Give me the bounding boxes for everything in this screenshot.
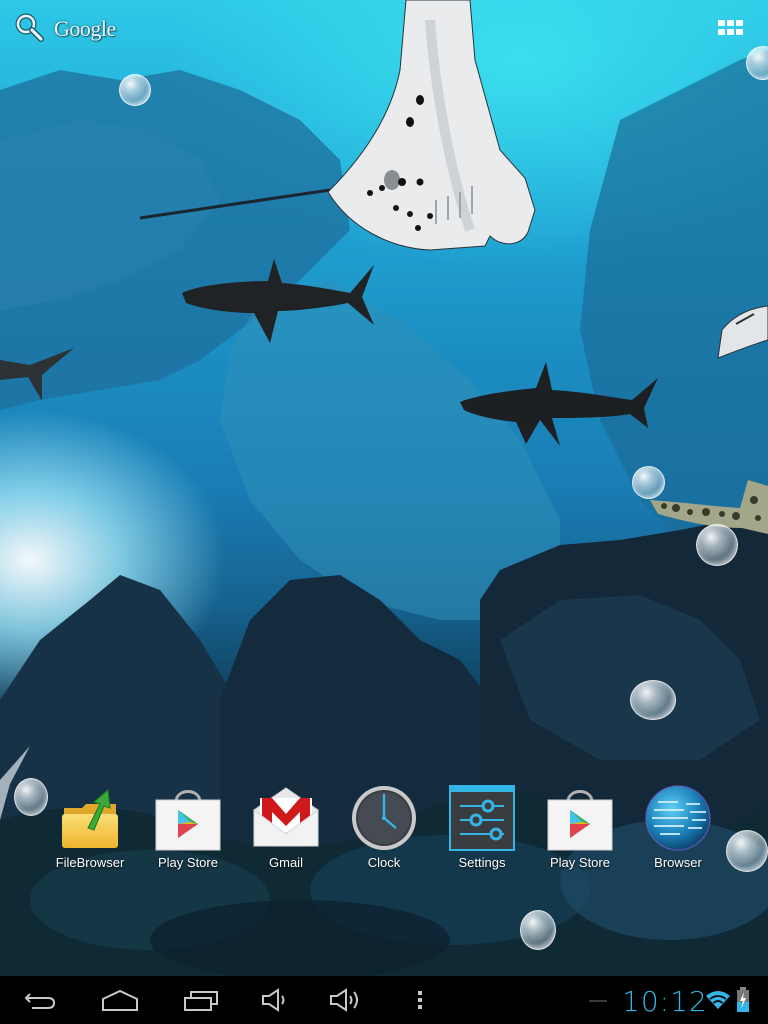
- manta-ray: [717, 305, 768, 359]
- app-settings[interactable]: Settings: [433, 782, 531, 877]
- app-label: Gmail: [269, 855, 303, 870]
- menu-button[interactable]: [390, 976, 450, 1024]
- shark: [460, 362, 658, 446]
- app-label: FileBrowser: [55, 855, 125, 870]
- app-label: Play Store: [158, 855, 218, 870]
- volume-down-button[interactable]: [245, 976, 305, 1024]
- settings-icon: [448, 784, 516, 852]
- search-icon: [14, 12, 44, 47]
- shark: [0, 348, 74, 401]
- app-label: Browser: [654, 855, 702, 870]
- app-gmail[interactable]: Gmail: [237, 782, 335, 877]
- volume-down-icon: [262, 988, 285, 1012]
- google-search-bar[interactable]: Google: [14, 12, 116, 47]
- bubble: [520, 910, 556, 950]
- app-filebrowser[interactable]: FileBrowser: [41, 782, 139, 877]
- play-store-icon: [154, 784, 222, 852]
- app-label: Settings: [458, 855, 506, 870]
- bubble: [696, 524, 738, 566]
- home-button[interactable]: [90, 976, 150, 1024]
- wifi-icon: [706, 991, 730, 1009]
- recent-apps-button[interactable]: [171, 976, 231, 1024]
- app-play-store[interactable]: Play Store: [139, 782, 237, 877]
- app-dock: FileBrowser Play Store Gmail Clock Setti…: [40, 782, 740, 877]
- volume-up-button[interactable]: [315, 976, 375, 1024]
- app-browser[interactable]: Browser: [629, 782, 727, 877]
- clock-icon: [350, 784, 418, 852]
- overflow-menu-icon: [418, 991, 422, 1009]
- app-label: Clock: [367, 855, 401, 870]
- bubble: [632, 466, 665, 499]
- app-label: Play Store: [550, 855, 610, 870]
- gmail-icon: [252, 784, 320, 852]
- app-clock[interactable]: Clock: [335, 782, 433, 877]
- notification-area[interactable]: [589, 1000, 607, 1002]
- google-label: Google: [54, 16, 116, 41]
- back-button[interactable]: [10, 976, 70, 1024]
- shark: [182, 259, 374, 343]
- back-icon: [24, 993, 56, 1009]
- home-icon: [102, 989, 138, 1011]
- all-apps-button[interactable]: [716, 16, 746, 40]
- play-store-icon: [546, 784, 614, 852]
- manta-ray: [139, 0, 536, 251]
- bubble: [119, 74, 151, 106]
- volume-up-icon: [330, 988, 358, 1012]
- battery-charging-icon: [737, 987, 749, 1012]
- recent-apps-icon: [184, 991, 218, 1011]
- status-clock[interactable]: 10:12: [622, 985, 708, 1018]
- bubble: [630, 680, 676, 720]
- browser-icon: [644, 784, 712, 852]
- app-play-store[interactable]: Play Store: [531, 782, 629, 877]
- file-browser-icon: [56, 784, 124, 852]
